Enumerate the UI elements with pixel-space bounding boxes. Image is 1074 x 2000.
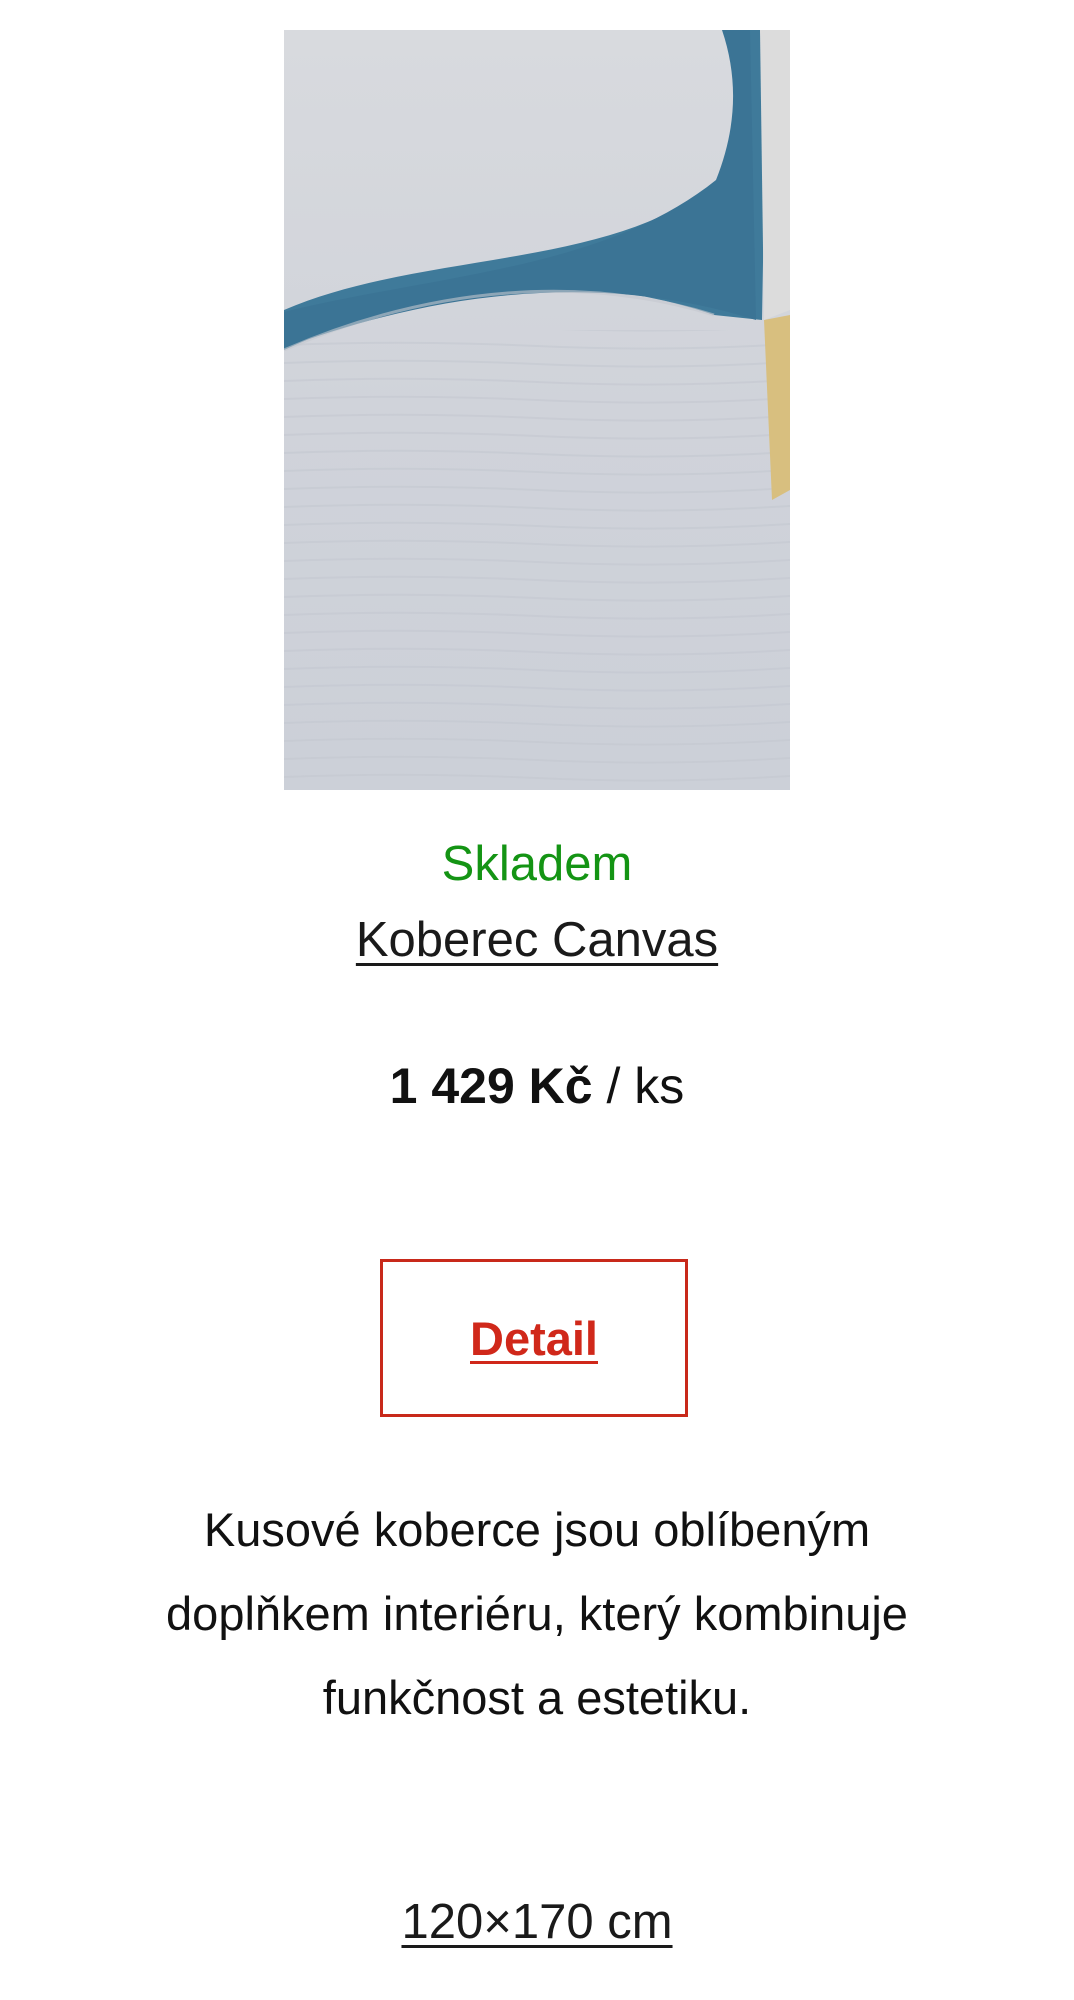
stock-status: Skladem — [441, 837, 633, 891]
product-description: Kusové koberce jsou oblíbeným doplňkem i… — [166, 1503, 908, 1724]
size-container: 120×170 cm — [0, 1890, 1074, 1954]
product-image[interactable] — [284, 30, 790, 790]
detail-button-label: Detail — [470, 1311, 598, 1365]
price-row: 1 429 Kč / ks — [0, 1054, 1074, 1118]
product-name-link[interactable]: Koberec Canvas — [356, 913, 718, 967]
detail-button[interactable]: Detail — [380, 1259, 688, 1417]
price-amount: 1 429 Kč — [389, 1058, 593, 1114]
product-name-container: Koberec Canvas — [0, 908, 1074, 972]
size-link[interactable]: 120×170 cm — [401, 1895, 672, 1949]
product-card: Skladem Koberec Canvas 1 429 Kč / ks Det… — [0, 0, 1074, 2000]
price-unit: / ks — [606, 1058, 685, 1114]
